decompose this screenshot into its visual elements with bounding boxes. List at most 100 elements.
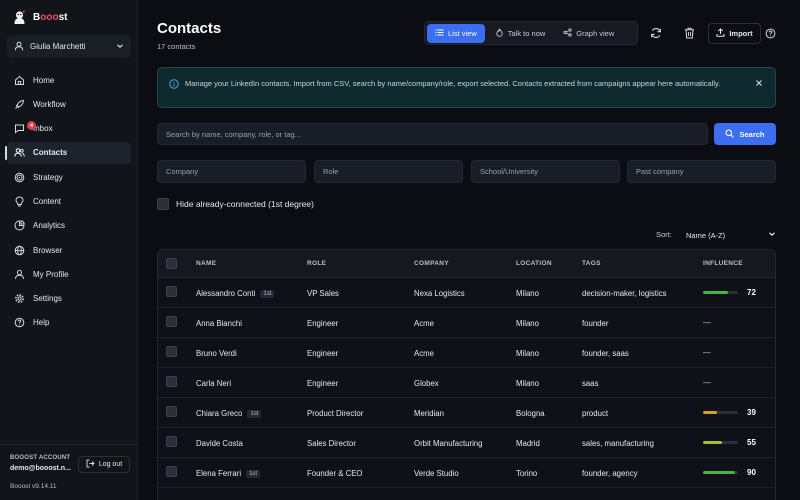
contact-name[interactable]: Elena Ferrari: [196, 469, 241, 478]
account-label: BOOOST ACCOUNT: [10, 455, 71, 461]
table-row[interactable]: Davide Costa Sales Director Orbit Manufact…: [158, 428, 775, 458]
table-row[interactable]: Bruno Verdi Engineer Acme Milano founder, sa…: [158, 338, 775, 368]
contact-name[interactable]: Davide Costa: [196, 439, 243, 448]
logout-button[interactable]: Log out: [78, 456, 130, 473]
app-logo[interactable]: Booost: [12, 9, 67, 25]
hide-connected-toggle[interactable]: Hide already-connected (1st degree): [157, 198, 314, 210]
table-row[interactable]: Carla Neri Engineer Globex Milano saas —: [158, 368, 775, 398]
role-filter-input[interactable]: [314, 160, 463, 183]
contact-name[interactable]: Bruno Verdi: [196, 349, 237, 358]
sidebar-item-analytics[interactable]: Analytics: [7, 215, 131, 237]
company-cell: Acme: [414, 319, 434, 328]
sidebar-item-settings[interactable]: Settings: [7, 288, 131, 310]
contact-name[interactable]: Alessandro Conti: [196, 289, 255, 298]
name-cell[interactable]: Chiara Greco 1st: [196, 409, 262, 418]
select-all-checkbox[interactable]: [166, 258, 177, 269]
row-checkbox[interactable]: [166, 316, 177, 327]
search-icon: [725, 128, 735, 140]
sidebar-item-strategy[interactable]: Strategy: [7, 166, 131, 188]
hide-connected-label: Hide already-connected (1st degree): [176, 199, 314, 209]
sidebar-item-browser[interactable]: Browser: [7, 239, 131, 261]
import-button[interactable]: Import: [708, 23, 761, 44]
past-company-filter-input[interactable]: [627, 160, 776, 183]
column-header-tags[interactable]: TAGS: [582, 260, 601, 267]
role-cell: Engineer: [307, 349, 339, 358]
tags-cell: decision-maker, logistics: [582, 289, 667, 298]
location-cell: Bologna: [516, 409, 545, 418]
sidebar-item-workflow[interactable]: Workflow: [7, 93, 131, 115]
table-row[interactable]: Elena Ferrari 1st Founder & CEO Verde Studi…: [158, 458, 775, 488]
sidebar-item-label: My Profile: [33, 269, 69, 279]
info-banner: Manage your LinkedIn contacts. Import fr…: [157, 67, 776, 108]
sidebar-item-label: Help: [33, 318, 50, 328]
sidebar-item-content[interactable]: Content: [7, 190, 131, 212]
search-input[interactable]: [157, 123, 708, 145]
sidebar-item-contacts[interactable]: Contacts: [5, 141, 131, 164]
graph-view-tab[interactable]: Graph view: [555, 24, 622, 43]
column-header-location[interactable]: LOCATION: [516, 260, 552, 267]
table-row[interactable]: Chiara Greco 1st Product Director Meridian B…: [158, 398, 775, 428]
users-icon: [14, 147, 25, 158]
company-cell: Nexa Logistics: [414, 289, 465, 298]
delete-button[interactable]: [679, 24, 699, 44]
influence-empty: —: [703, 348, 711, 357]
talk-to-now-tab[interactable]: Talk to now: [487, 24, 554, 43]
import-label: Import: [729, 29, 753, 38]
name-cell[interactable]: Bruno Verdi: [196, 349, 237, 358]
name-cell[interactable]: Elena Ferrari 1st: [196, 469, 261, 478]
row-checkbox[interactable]: [166, 346, 177, 357]
location-cell: Milano: [516, 379, 539, 388]
location-cell: Madrid: [516, 439, 540, 448]
influence-score: 90: [747, 468, 756, 477]
connection-degree-badge: 1st: [246, 470, 261, 478]
globe-icon: [14, 245, 25, 256]
influence-bar: [703, 411, 738, 414]
lightbulb-icon: [14, 196, 25, 207]
school-filter-input[interactable]: [471, 160, 620, 183]
sidebar-item-home[interactable]: Home: [7, 69, 131, 91]
contact-name[interactable]: Anna Bianchi: [196, 319, 242, 328]
hide-connected-checkbox[interactable]: [157, 198, 169, 210]
user-switcher[interactable]: Giulia Marchetti: [7, 35, 131, 58]
list-view-tab[interactable]: List view: [427, 23, 485, 43]
table-row[interactable]: Alessandro Conti 1st VP Sales Nexa Logistic…: [158, 278, 775, 308]
close-icon[interactable]: [755, 79, 763, 89]
row-checkbox[interactable]: [166, 466, 177, 477]
contact-name[interactable]: Carla Neri: [196, 379, 231, 388]
contact-name[interactable]: Chiara Greco: [196, 409, 242, 418]
column-header-name[interactable]: NAME: [196, 260, 216, 267]
row-checkbox[interactable]: [166, 406, 177, 417]
app-version: Booost v9.14.11: [10, 483, 57, 490]
logout-icon: [86, 459, 95, 470]
column-header-company[interactable]: COMPANY: [414, 260, 449, 267]
name-cell[interactable]: Anna Bianchi: [196, 319, 242, 328]
name-cell[interactable]: Davide Costa: [196, 439, 243, 448]
row-checkbox[interactable]: [166, 436, 177, 447]
influence-bar-fill: [703, 441, 723, 444]
column-header-influence[interactable]: INFLUENCE: [703, 260, 743, 267]
tags-cell: founder, saas: [582, 349, 629, 358]
name-cell[interactable]: Carla Neri: [196, 379, 231, 388]
refresh-button[interactable]: [646, 24, 666, 44]
search-button[interactable]: Search: [714, 123, 776, 145]
company-filter-input[interactable]: [157, 160, 306, 183]
company-cell: Acme: [414, 349, 434, 358]
name-cell[interactable]: Alessandro Conti 1st: [196, 289, 275, 298]
sort-select[interactable]: Name (A-Z): [686, 229, 776, 241]
influence-score: 55: [747, 438, 756, 447]
row-checkbox[interactable]: [166, 376, 177, 387]
sidebar-nav: Home Workflow 4 Inbox Contacts Strategy …: [5, 69, 131, 336]
influence-bar-fill: [703, 291, 729, 294]
sidebar-item-my-profile[interactable]: My Profile: [7, 263, 131, 285]
sidebar-item-help[interactable]: Help: [7, 312, 131, 334]
influence-bar: [703, 441, 738, 444]
row-checkbox[interactable]: [166, 286, 177, 297]
column-header-role[interactable]: ROLE: [307, 260, 326, 267]
location-cell: Milano: [516, 349, 539, 358]
table-row[interactable]: Anna Bianchi Engineer Acme Milano founder —: [158, 308, 775, 338]
influence-score: 72: [747, 288, 756, 297]
role-cell: Founder & CEO: [307, 469, 363, 478]
help-button[interactable]: [760, 24, 780, 44]
sidebar-item-inbox[interactable]: 4 Inbox: [7, 118, 131, 140]
company-cell: Verde Studio: [414, 469, 459, 478]
